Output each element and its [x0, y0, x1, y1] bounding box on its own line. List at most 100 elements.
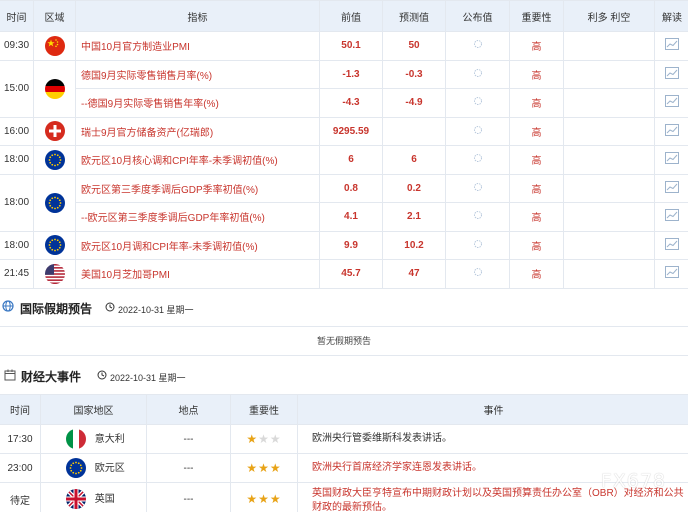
importance-value: 高	[509, 88, 564, 118]
previous-value: -1.3	[319, 59, 383, 89]
previous-value: 45.7	[319, 259, 383, 289]
chart-icon[interactable]	[665, 95, 679, 108]
chart-icon[interactable]	[665, 180, 679, 193]
events-section: 财经大事件 2022-10-31 星期一	[0, 362, 688, 392]
indicator-link[interactable]: 欧元区10月调和CPI年率-未季调初值(%)	[75, 230, 320, 260]
eu-flag-icon	[44, 192, 65, 213]
events-title: 财经大事件	[21, 370, 82, 384]
importance-value: 高	[509, 31, 564, 61]
star-icon: ★	[246, 432, 259, 446]
forecast-value: 47	[382, 259, 446, 289]
row-time: 21:45	[0, 259, 34, 289]
holiday-title: 国际假期预告	[20, 302, 93, 316]
row-time: 15:00	[0, 59, 34, 118]
pending-icon	[473, 68, 483, 78]
bull-bear-cell	[563, 31, 655, 61]
header-bull-bear: 利多 利空	[563, 0, 655, 32]
header-previous: 前值	[319, 0, 383, 32]
header-indicator: 指标	[75, 0, 320, 32]
pending-icon	[473, 153, 483, 163]
chart-icon[interactable]	[665, 152, 679, 165]
clock-icon	[97, 370, 107, 383]
star-icon: ★	[258, 492, 270, 506]
star-icon: ★	[246, 461, 259, 475]
chart-icon[interactable]	[665, 237, 679, 250]
header-country: 国家地区	[40, 394, 147, 425]
holiday-empty-message: 暂无假期预告	[0, 326, 688, 356]
economic-calendar-table: 时间 区域 指标 前值 预测值 公布值 重要性 利多 利空 解读 09:30 中…	[0, 0, 688, 289]
table-row: 待定 英国 --- ★★★ 英国财政大臣亨特宣布中期财政计划以及英国预算责任办公…	[0, 482, 688, 512]
bull-bear-cell	[563, 259, 655, 289]
forecast-value: 50	[382, 31, 446, 61]
importance-value: 高	[509, 259, 564, 289]
chart-icon[interactable]	[665, 66, 679, 79]
event-time: 待定	[0, 482, 41, 512]
star-icon: ★	[258, 461, 270, 475]
previous-value: 9.9	[319, 230, 383, 260]
usa-flag-icon	[44, 263, 65, 284]
importance-value: 高	[509, 230, 564, 260]
indicator-link[interactable]: 中国10月官方制造业PMI	[75, 31, 320, 61]
bull-bear-cell	[563, 88, 655, 118]
table-row: 21:45 美国10月芝加哥PMI 45.7 47 高	[0, 259, 688, 289]
bull-bear-cell	[563, 173, 655, 203]
econ-header-row: 时间 区域 指标 前值 预测值 公布值 重要性 利多 利空 解读	[0, 0, 688, 32]
indicator-link[interactable]: --欧元区第三季度季调后GDP年率初值(%)	[75, 202, 320, 232]
indicator-link[interactable]: 德国9月实际零售销售月率(%)	[75, 59, 320, 89]
globe-icon	[2, 300, 14, 315]
previous-value: 4.1	[319, 202, 383, 232]
event-importance: ★★★	[230, 453, 298, 483]
table-row: 16:00 瑞士9月官方储备资产(亿瑞郎) 9295.59 高	[0, 116, 688, 146]
row-time: 18:00	[0, 230, 34, 260]
event-importance: ★★★	[230, 482, 298, 512]
table-row: 18:00 欧元区10月调和CPI年率-未季调初值(%) 9.9 10.2 高	[0, 230, 688, 260]
table-row: 17:30 意大利 --- ★★★ 欧洲央行管委维斯科发表讲话。	[0, 424, 688, 454]
bull-bear-cell	[563, 202, 655, 232]
forecast-value: 10.2	[382, 230, 446, 260]
bull-bear-cell	[563, 145, 655, 175]
table-row: --德国9月实际零售销售年率(%) -4.3 -4.9 高	[0, 88, 688, 118]
chart-icon[interactable]	[665, 123, 679, 136]
holiday-section: 国际假期预告 2022-10-31 星期一	[0, 290, 688, 326]
indicator-link[interactable]: 欧元区第三季度季调后GDP季率初值(%)	[75, 173, 320, 203]
table-row: 15:00 德国9月实际零售销售月率(%) -1.3 -0.3 高	[0, 59, 688, 118]
events-header-row: 时间 国家地区 地点 重要性 事件	[0, 394, 688, 425]
importance-value: 高	[509, 202, 564, 232]
china-flag-icon	[44, 35, 65, 56]
row-time: 18:00	[0, 145, 34, 175]
indicator-link[interactable]: 瑞士9月官方储备资产(亿瑞郎)	[75, 116, 320, 146]
holiday-date: 2022-10-31 星期一	[118, 305, 194, 315]
event-place: ---	[146, 453, 231, 483]
event-time: 17:30	[0, 424, 41, 454]
indicator-link[interactable]: 欧元区10月核心调和CPI年率-未季调初值(%)	[75, 145, 320, 175]
importance-value: 高	[509, 116, 564, 146]
indicator-link[interactable]: --德国9月实际零售销售年率(%)	[75, 88, 320, 118]
table-row: 18:00 欧元区第三季度季调后GDP季率初值(%) 0.8 0.2 高	[0, 173, 688, 232]
bull-bear-cell	[563, 116, 655, 146]
table-row: --欧元区第三季度季调后GDP年率初值(%) 4.1 2.1 高	[0, 202, 688, 232]
header-forecast: 预测值	[382, 0, 446, 32]
bull-bear-cell	[563, 230, 655, 260]
indicator-link[interactable]: 美国10月芝加哥PMI	[75, 259, 320, 289]
germany-flag-icon	[44, 78, 65, 99]
star-icon: ★	[269, 432, 282, 446]
importance-value: 高	[509, 59, 564, 89]
table-row: 09:30 中国10月官方制造业PMI 50.1 50 高	[0, 31, 688, 61]
bull-bear-cell	[563, 59, 655, 89]
previous-value: 50.1	[319, 31, 383, 61]
star-icon: ★	[258, 432, 270, 446]
event-country: 欧元区	[94, 462, 125, 474]
previous-value: 6	[319, 145, 383, 175]
eu-flag-icon	[66, 458, 86, 478]
importance-value: 高	[509, 145, 564, 175]
header-importance: 重要性	[230, 394, 298, 425]
calendar-icon	[4, 369, 16, 384]
pending-icon	[473, 210, 483, 220]
forecast-value: -0.3	[382, 59, 446, 89]
chart-icon[interactable]	[665, 266, 679, 279]
event-country: 英国	[94, 493, 115, 505]
chart-icon[interactable]	[665, 38, 679, 51]
row-time: 18:00	[0, 173, 34, 232]
forecast-value: 6	[382, 145, 446, 175]
chart-icon[interactable]	[665, 209, 679, 222]
